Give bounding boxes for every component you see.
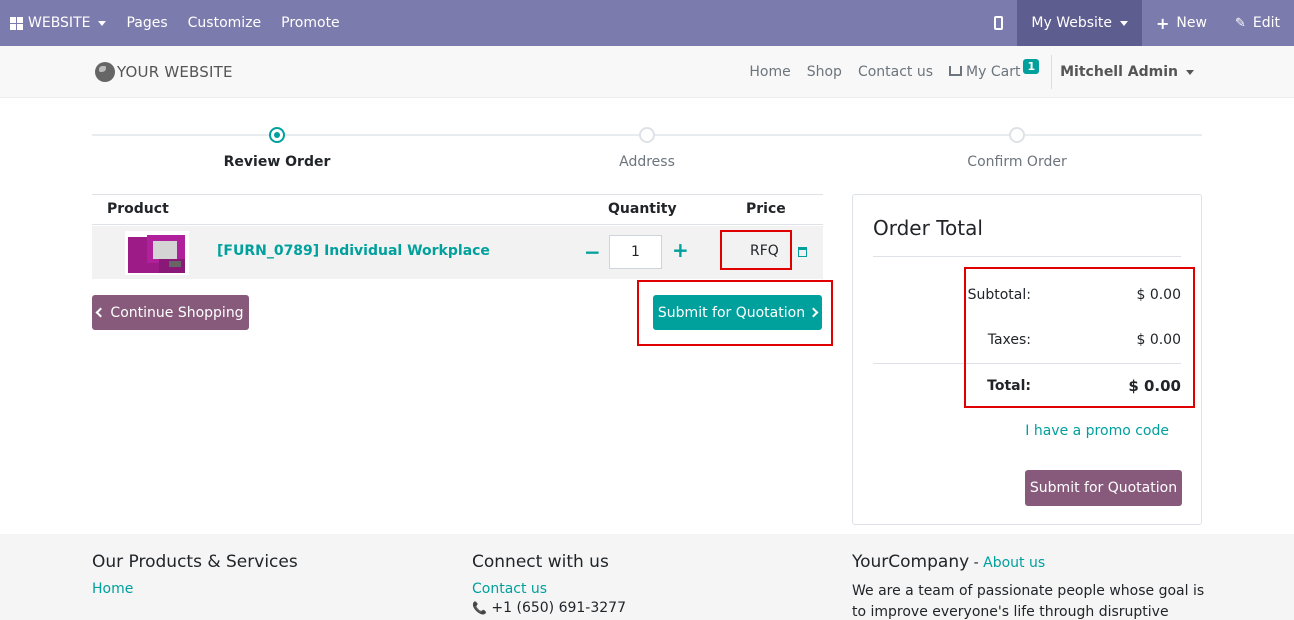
cart-table-header: Product Quantity Price — [92, 194, 823, 225]
promote-menu[interactable]: Promote — [271, 0, 350, 46]
step-dot-review — [269, 127, 285, 143]
product-thumbnail[interactable] — [125, 231, 189, 275]
new-button[interactable]: + New — [1142, 0, 1221, 46]
product-price: RFQ — [750, 243, 779, 259]
cart-label: My Cart — [966, 64, 1021, 80]
admin-bar: WEBSITE Pages Customize Promote My Websi… — [0, 0, 1294, 46]
table-row: [FURN_0789] Individual Workplace − 1 + R… — [92, 226, 823, 279]
trash-icon[interactable] — [798, 247, 807, 257]
user-name: Mitchell Admin — [1060, 64, 1178, 80]
footer-products-column: Our Products & Services Home — [92, 552, 298, 597]
cart-count-badge: 1 — [1023, 58, 1040, 74]
caret-down-icon — [1120, 20, 1129, 26]
card-submit-for-quotation-button[interactable]: Submit for Quotation — [1025, 470, 1182, 506]
quantity-column-header: Quantity — [608, 201, 677, 217]
phone-icon: 📞 — [472, 601, 487, 615]
plus-icon: + — [1156, 13, 1170, 33]
nav-divider — [1051, 55, 1053, 89]
chevron-left-icon — [95, 307, 106, 318]
quantity-decrease-button[interactable]: − — [584, 240, 601, 264]
order-total-title: Order Total — [873, 216, 983, 240]
my-website-menu[interactable]: My Website — [1017, 0, 1143, 46]
step-label-address[interactable]: Address — [619, 154, 675, 170]
divider — [873, 256, 1181, 257]
nav-shop[interactable]: Shop — [799, 64, 850, 80]
caret-down-icon — [1186, 69, 1194, 75]
site-logo-text: YOUR WEBSITE — [117, 63, 233, 81]
step-label-confirm[interactable]: Confirm Order — [967, 154, 1066, 170]
footer-phone: 📞 +1 (650) 691-3277 — [472, 600, 626, 616]
mobile-preview-button[interactable] — [980, 0, 1017, 46]
pages-menu[interactable]: Pages — [116, 0, 177, 46]
continue-shopping-button[interactable]: Continue Shopping — [92, 295, 249, 330]
globe-icon — [95, 62, 115, 82]
order-total-card: Order Total Subtotal: $ 0.00 Taxes: $ 0.… — [852, 194, 1202, 525]
footer-products-title: Our Products & Services — [92, 552, 298, 572]
footer-company-text: We are a team of passionate people whose… — [852, 583, 1205, 620]
totals-highlight-box — [964, 267, 1195, 408]
footer-company-heading: YourCompany - About us — [852, 552, 1212, 572]
submit-for-quotation-button[interactable]: Submit for Quotation — [653, 295, 822, 330]
website-menu-label: WEBSITE — [28, 15, 91, 31]
user-menu[interactable]: Mitchell Admin — [1060, 64, 1294, 80]
edit-label: Edit — [1252, 15, 1280, 31]
price-column-header: Price — [746, 201, 786, 217]
main-nav: Home Shop Contact us My Cart 1 Mitchell … — [741, 46, 1294, 98]
site-logo[interactable]: YOUR WEBSITE — [95, 62, 233, 82]
quantity-increase-button[interactable]: + — [672, 238, 689, 262]
footer-home-link[interactable]: Home — [92, 581, 298, 597]
submit-label: Submit for Quotation — [657, 304, 806, 321]
footer-title-dash: - — [969, 555, 984, 571]
product-name-link[interactable]: [FURN_0789] Individual Workplace — [217, 243, 490, 259]
site-header: YOUR WEBSITE Home Shop Contact us My Car… — [0, 46, 1294, 98]
footer-about-link[interactable]: About us — [983, 555, 1045, 571]
footer-company-column: YourCompany - About us We are a team of … — [852, 552, 1212, 620]
footer: Our Products & Services Home Connect wit… — [0, 534, 1294, 620]
nav-my-cart[interactable]: My Cart 1 — [941, 58, 1047, 80]
my-website-label: My Website — [1031, 15, 1113, 31]
chevron-right-icon — [808, 307, 819, 318]
customize-menu[interactable]: Customize — [178, 0, 272, 46]
step-dot-address — [639, 127, 655, 143]
caret-down-icon — [98, 20, 107, 26]
nav-home[interactable]: Home — [741, 64, 798, 80]
pencil-icon: ✎ — [1234, 15, 1246, 31]
product-column-header: Product — [107, 201, 169, 217]
footer-company-title: YourCompany — [852, 552, 970, 572]
shopping-cart-icon — [949, 66, 963, 76]
apps-icon — [10, 16, 23, 30]
step-label-review: Review Order — [223, 154, 331, 170]
step-dot-confirm — [1009, 127, 1025, 143]
promo-code-link[interactable]: I have a promo code — [1025, 423, 1169, 439]
new-label: New — [1176, 15, 1207, 31]
continue-shopping-label: Continue Shopping — [110, 304, 244, 321]
quantity-input[interactable]: 1 — [609, 235, 662, 269]
website-menu[interactable]: WEBSITE — [0, 0, 116, 46]
footer-phone-number: +1 (650) 691-3277 — [491, 600, 626, 616]
mobile-phone-icon — [994, 16, 1004, 30]
footer-contact-link[interactable]: Contact us — [472, 581, 626, 597]
footer-connect-title: Connect with us — [472, 552, 609, 572]
edit-button[interactable]: ✎ Edit — [1221, 0, 1294, 46]
footer-connect-column: Connect with us Contact us 📞 +1 (650) 69… — [472, 552, 626, 616]
nav-contact[interactable]: Contact us — [850, 64, 941, 80]
